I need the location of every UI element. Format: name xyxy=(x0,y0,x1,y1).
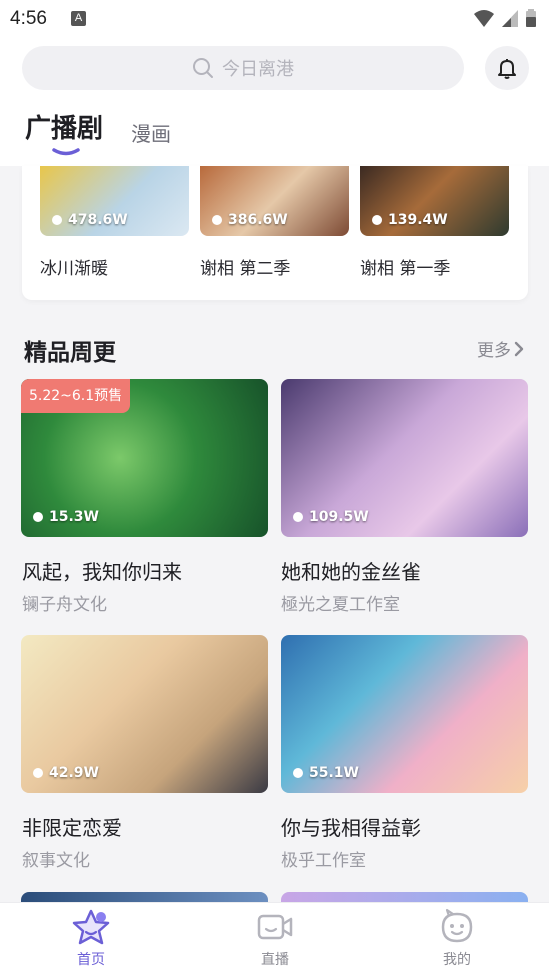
history-item-cover[interactable]: 139.4W xyxy=(360,166,509,236)
play-count: 109.5W xyxy=(293,509,369,525)
tab-radio-drama[interactable]: 广播剧 xyxy=(25,108,103,145)
wifi-icon xyxy=(474,10,494,27)
drama-cover[interactable]: 55.1W xyxy=(281,635,528,793)
history-item-title[interactable]: 谢相 第一季 xyxy=(360,254,450,279)
drama-studio: 镧子舟文化 xyxy=(22,595,107,615)
history-item-cover[interactable]: 386.6W xyxy=(200,166,349,236)
play-count: 139.4W xyxy=(372,212,448,228)
drama-studio: 极乎工作室 xyxy=(281,851,366,871)
play-count: 15.3W xyxy=(33,509,99,525)
nav-home[interactable]: 首页 xyxy=(31,907,151,969)
drama-title[interactable]: 非限定恋爱 xyxy=(22,812,122,841)
tab-comics[interactable]: 漫画 xyxy=(131,118,171,147)
status-time: 4:56 xyxy=(10,8,47,29)
search-bar[interactable]: 今日离港 xyxy=(22,46,464,90)
drama-cover[interactable]: 5.22~6.1预售 15.3W xyxy=(21,379,268,537)
drama-title[interactable]: 她和她的金丝雀 xyxy=(281,556,421,585)
star-face-icon xyxy=(72,909,110,945)
history-item-title[interactable]: 冰川渐暖 xyxy=(40,254,108,279)
play-icon xyxy=(293,768,303,778)
bottom-nav: 首页 直播 我的 xyxy=(0,902,549,977)
battery-icon xyxy=(526,9,536,27)
signal-icon xyxy=(502,10,518,27)
play-icon xyxy=(293,512,303,522)
section-title: 精品周更 xyxy=(24,340,116,366)
play-count: 386.6W xyxy=(212,212,288,228)
smiley-face-icon xyxy=(441,908,473,943)
presale-badge: 5.22~6.1预售 xyxy=(21,379,131,413)
play-count: 42.9W xyxy=(33,765,99,781)
play-icon xyxy=(33,512,43,522)
play-icon xyxy=(372,215,382,225)
drama-cover[interactable]: 109.5W xyxy=(281,379,528,537)
play-icon xyxy=(212,215,222,225)
play-icon xyxy=(52,215,62,225)
search-placeholder: 今日离港 xyxy=(222,59,294,80)
drama-title[interactable]: 你与我相得益彰 xyxy=(281,812,421,841)
play-count: 55.1W xyxy=(293,765,359,781)
nav-live[interactable]: 直播 xyxy=(215,907,335,969)
status-indicators xyxy=(473,8,537,28)
drama-studio: 叙事文化 xyxy=(22,851,90,871)
search-icon xyxy=(193,58,213,78)
play-count: 478.6W xyxy=(52,212,128,228)
active-tab-indicator xyxy=(52,148,80,156)
more-label: 更多 xyxy=(477,341,511,361)
more-link[interactable]: 更多 xyxy=(477,336,525,361)
drama-cover[interactable]: 42.9W xyxy=(21,635,268,793)
drama-studio: 極光之夏工作室 xyxy=(281,595,400,615)
history-item-title[interactable]: 谢相 第二季 xyxy=(200,254,290,279)
nav-profile[interactable]: 我的 xyxy=(397,907,517,969)
video-camera-icon xyxy=(257,914,293,940)
chevron-right-icon xyxy=(514,341,524,356)
play-icon xyxy=(33,768,43,778)
bell-icon xyxy=(498,59,516,79)
nav-home-label: 首页 xyxy=(77,952,105,968)
top-header: 今日离港 广播剧 漫画 xyxy=(0,38,549,166)
nav-profile-label: 我的 xyxy=(443,952,471,968)
status-bar: 4:56 A xyxy=(0,0,549,38)
drama-title[interactable]: 风起，我知你归来 xyxy=(22,556,182,585)
history-item-cover[interactable]: 478.6W xyxy=(40,166,189,236)
history-card: 478.6W 冰川渐暖 386.6W 谢相 第二季 139.4W 谢相 第一季 xyxy=(22,166,528,300)
notification-icon: A xyxy=(71,11,86,26)
nav-live-label: 直播 xyxy=(261,952,289,968)
notification-button[interactable] xyxy=(485,46,529,90)
